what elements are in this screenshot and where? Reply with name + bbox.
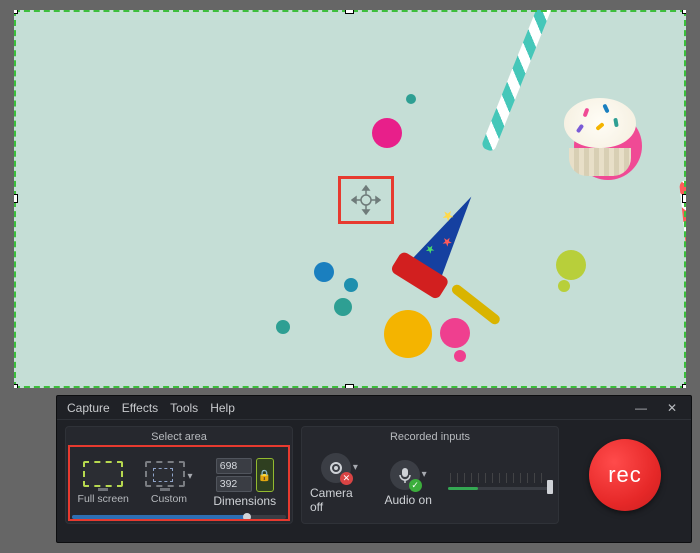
resize-handle-tl[interactable] (14, 10, 18, 14)
camera-toggle[interactable]: ✕ ▾ Camera off (310, 453, 369, 514)
custom-monitor-icon (145, 461, 185, 487)
lock-icon: 🔒 (258, 469, 272, 482)
resize-handle-tc[interactable] (345, 10, 354, 14)
decor-dot (372, 118, 402, 148)
resize-handle-ml[interactable] (14, 194, 18, 203)
fullscreen-option[interactable]: Full screen (74, 461, 132, 505)
decor-dot (454, 350, 466, 362)
select-area-slider[interactable] (72, 515, 286, 519)
dimensions-group: 🔒 Dimensions (205, 458, 284, 508)
close-button[interactable]: ✕ (663, 401, 681, 415)
decor-dot (384, 310, 432, 358)
meter-ticks (450, 473, 548, 483)
menu-capture[interactable]: Capture (67, 401, 110, 415)
decor-straw (679, 180, 686, 388)
status-on-icon: ✓ (409, 479, 422, 492)
decor-dot (556, 250, 586, 280)
width-input[interactable] (216, 458, 252, 474)
meter-knob[interactable] (547, 480, 553, 494)
decor-party-horn: ★ ★ ★ (409, 187, 486, 281)
height-input[interactable] (216, 476, 252, 492)
recorded-inputs-title: Recorded inputs (308, 431, 552, 447)
lock-aspect-button[interactable]: 🔒 (256, 458, 274, 492)
chevron-down-icon[interactable]: ▾ (187, 471, 192, 482)
record-panel: rec (567, 426, 683, 524)
select-area-panel: Select area Full screen (65, 426, 293, 524)
menu-help[interactable]: Help (210, 401, 235, 415)
fullscreen-monitor-icon (83, 461, 123, 487)
custom-area-option[interactable]: ▾ Custom (142, 461, 195, 505)
select-area-title: Select area (72, 431, 286, 447)
decor-dot (344, 278, 358, 292)
decor-cupcake (564, 98, 636, 176)
audio-toggle[interactable]: ✓ ▾ Audio on (379, 460, 438, 507)
resize-handle-mr[interactable] (682, 194, 686, 203)
recorder-toolbar: Capture Effects Tools Help — ✕ Select ar… (56, 395, 692, 543)
menubar: Capture Effects Tools Help — ✕ (57, 396, 691, 420)
menu-effects[interactable]: Effects (122, 401, 158, 415)
slider-knob[interactable] (243, 513, 251, 521)
decor-dot (334, 298, 352, 316)
decor-dot (440, 318, 470, 348)
record-label: rec (608, 462, 642, 488)
resize-handle-bl[interactable] (14, 384, 18, 388)
dimensions-label: Dimensions (213, 494, 276, 508)
move-crosshair-icon (351, 185, 381, 215)
chevron-down-icon[interactable]: ▾ (422, 469, 427, 480)
decor-dot (558, 280, 570, 292)
meter-track (448, 487, 550, 490)
decor-dot (406, 94, 416, 104)
record-button[interactable]: rec (589, 439, 661, 511)
minimize-button[interactable]: — (631, 401, 651, 415)
audio-label: Audio on (385, 493, 432, 507)
custom-label: Custom (151, 493, 187, 505)
fullscreen-label: Full screen (78, 493, 129, 505)
resize-handle-bc[interactable] (345, 384, 354, 388)
decor-straw (481, 10, 558, 152)
resize-handle-br[interactable] (682, 384, 686, 388)
chevron-down-icon[interactable]: ▾ (353, 462, 358, 473)
recorded-inputs-panel: Recorded inputs ✕ ▾ Camera off (301, 426, 559, 524)
resize-handle-tr[interactable] (682, 10, 686, 14)
status-off-icon: ✕ (340, 472, 353, 485)
capture-region[interactable]: ★ ★ ★ (14, 10, 686, 388)
decor-dot (314, 262, 334, 282)
decor-dot (276, 320, 290, 334)
camera-label: Camera off (310, 486, 369, 514)
microphone-icon: ✓ (390, 460, 420, 490)
menu-tools[interactable]: Tools (170, 401, 198, 415)
camera-icon: ✕ (321, 453, 351, 483)
crosshair-highlight (338, 176, 394, 224)
audio-level-meter[interactable] (448, 469, 550, 497)
